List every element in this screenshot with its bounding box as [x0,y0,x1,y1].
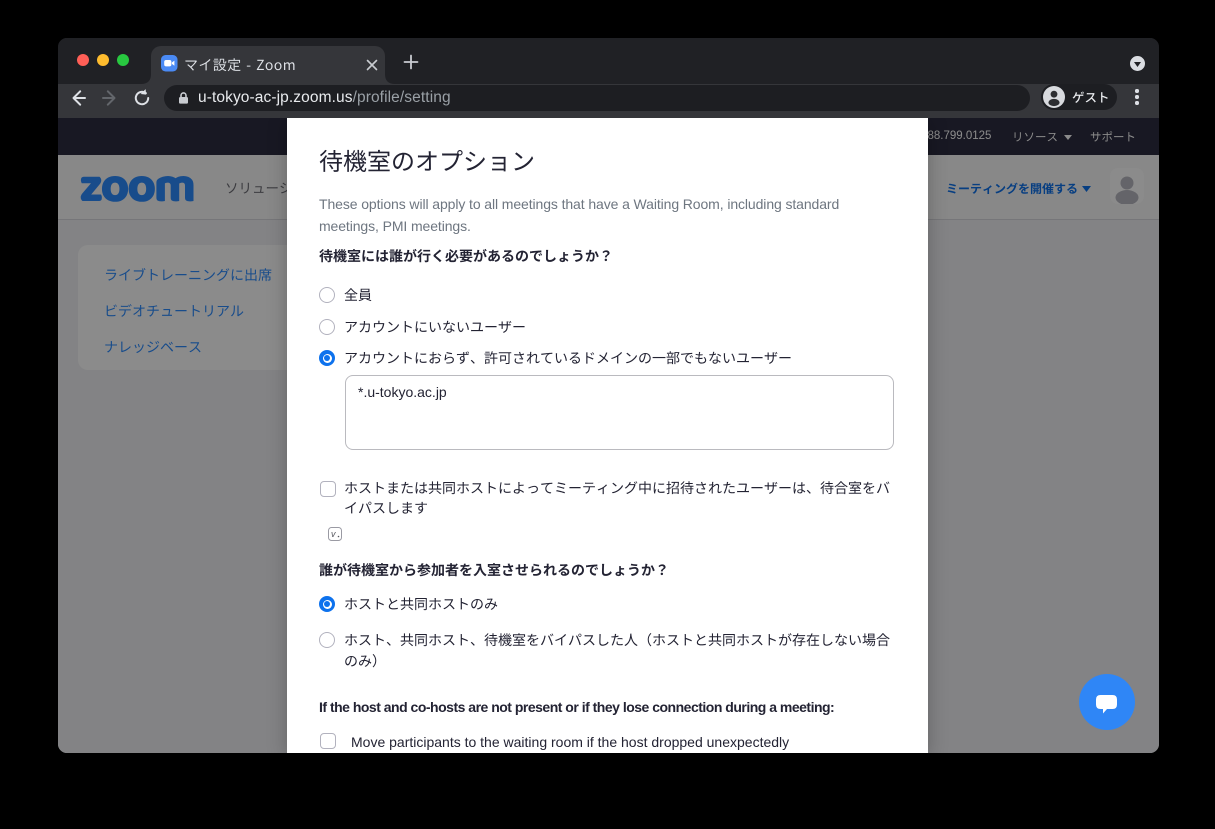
svg-text:v: v [331,529,336,539]
